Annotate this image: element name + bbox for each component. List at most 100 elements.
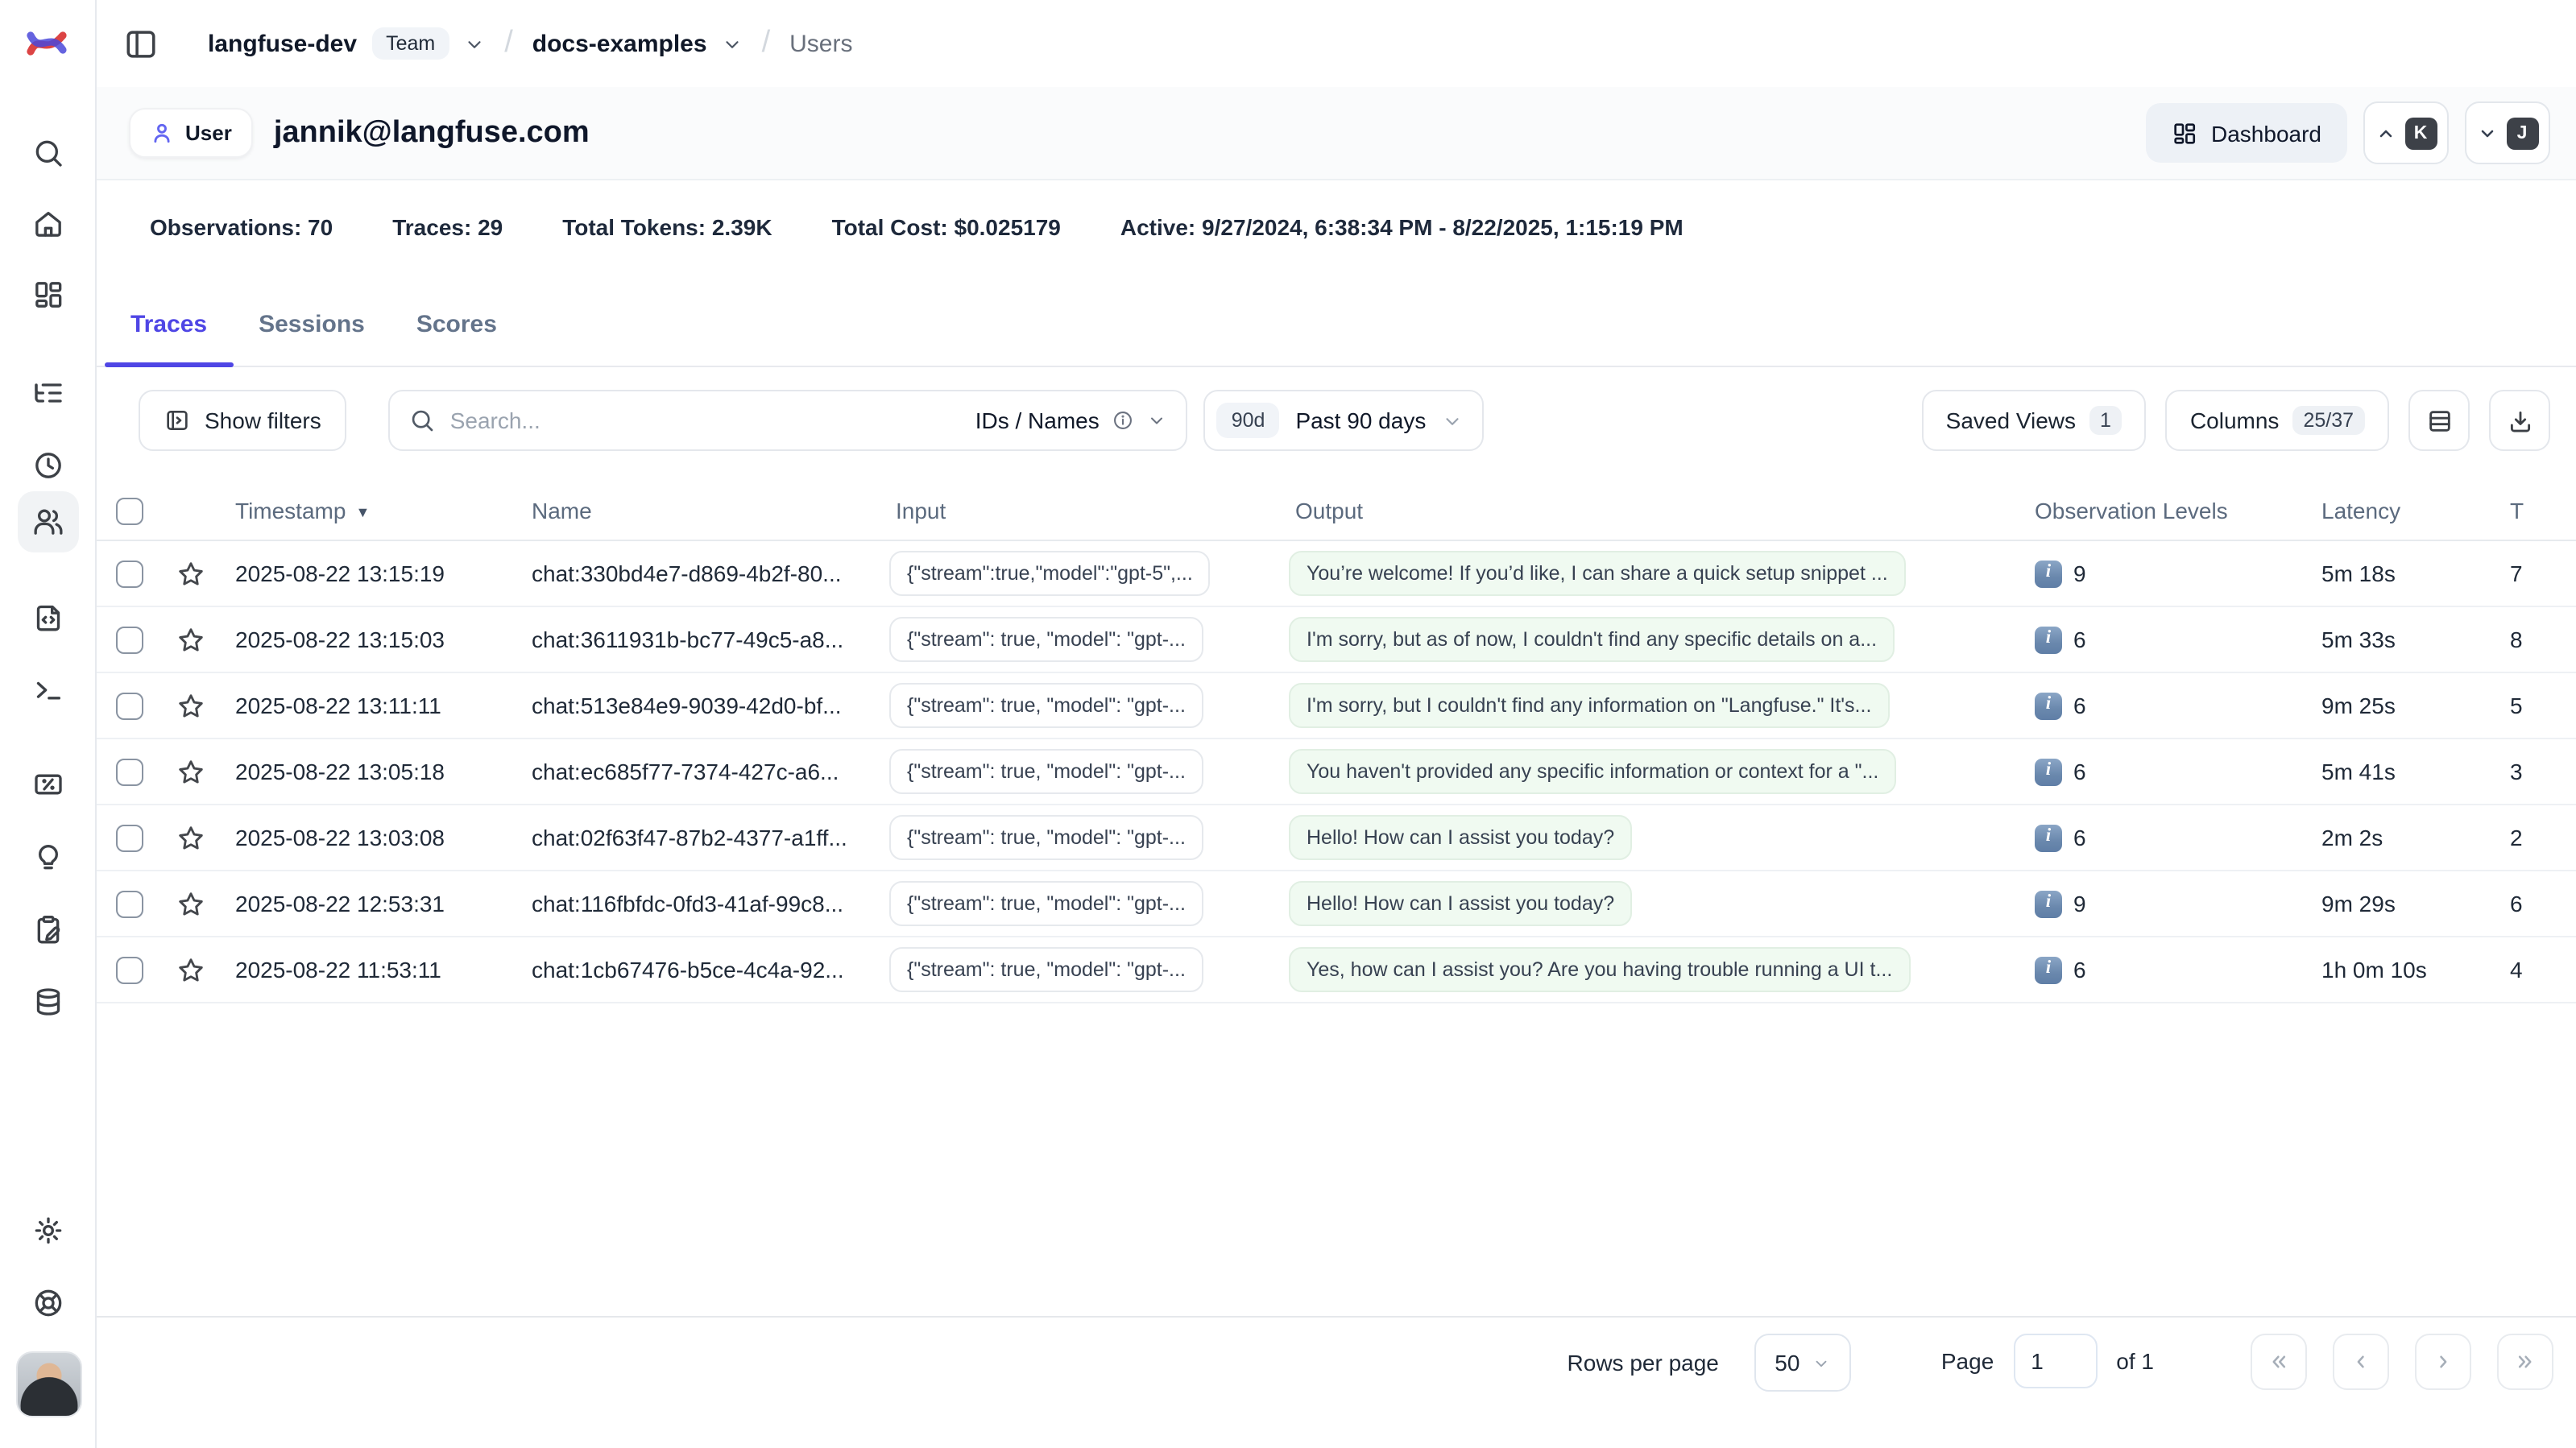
trace-input-preview[interactable]: {"stream": true, "model": "gpt-...	[889, 617, 1203, 662]
table-row[interactable]: 2025-08-22 13:11:11 chat:513e84e9-9039-4…	[97, 673, 2576, 739]
column-header-input[interactable]: Input	[880, 498, 1282, 523]
row-checkbox[interactable]	[115, 890, 143, 917]
sidebar-item-support[interactable]	[17, 1272, 78, 1334]
trace-output-preview[interactable]: You’re welcome! If you’d like, I can sha…	[1289, 551, 1906, 596]
panel-left-icon[interactable]	[124, 27, 158, 60]
sidebar-item-tracing[interactable]	[17, 362, 78, 424]
keyboard-shortcut-k: K	[2404, 117, 2437, 149]
next-user-button[interactable]: J	[2465, 101, 2550, 164]
tab-scores[interactable]: Scores	[391, 298, 523, 366]
tab-traces[interactable]: Traces	[105, 298, 233, 366]
main-area: langfuse-dev Team / docs-examples / User…	[97, 0, 2576, 1448]
row-checkbox[interactable]	[115, 626, 143, 653]
breadcrumb-org[interactable]: langfuse-dev	[208, 30, 357, 57]
row-checkbox[interactable]	[115, 824, 143, 851]
first-page-button[interactable]	[2251, 1334, 2307, 1390]
table-row[interactable]: 2025-08-22 13:05:18 chat:ec685f77-7374-4…	[97, 739, 2576, 805]
trace-name[interactable]: chat:3611931b-bc77-49c5-a8...	[517, 627, 880, 652]
trace-name[interactable]: chat:ec685f77-7374-427c-a6...	[517, 759, 880, 784]
table-row[interactable]: 2025-08-22 13:03:08 chat:02f63f47-87b2-4…	[97, 805, 2576, 871]
sidebar-item-playground[interactable]	[17, 659, 78, 720]
star-icon[interactable]	[175, 888, 205, 919]
file-code-icon	[31, 601, 64, 633]
sidebar-item-prompts[interactable]	[17, 586, 78, 647]
row-height-button[interactable]	[2408, 390, 2470, 451]
trace-input-preview[interactable]: {"stream": true, "model": "gpt-...	[889, 749, 1203, 794]
columns-button[interactable]: Columns 25/37	[2166, 390, 2389, 451]
row-checkbox[interactable]	[115, 692, 143, 719]
sidebar-item-dashboards[interactable]	[17, 264, 78, 325]
page-number-input[interactable]: 1	[2013, 1334, 2097, 1388]
select-all-checkbox[interactable]	[115, 497, 143, 524]
trace-input-preview[interactable]: {"stream": true, "model": "gpt-...	[889, 881, 1203, 926]
sidebar-item-annotation[interactable]	[17, 899, 78, 960]
sidebar-item-settings[interactable]	[17, 1200, 78, 1261]
prev-user-button[interactable]: K	[2363, 101, 2449, 164]
chevron-down-icon[interactable]	[722, 33, 743, 54]
date-range-select[interactable]: 90d Past 90 days	[1204, 390, 1485, 451]
sidebar-item-users[interactable]	[17, 491, 78, 552]
trace-name[interactable]: chat:116fbfdc-0fd3-41af-99c8...	[517, 891, 880, 916]
star-icon[interactable]	[175, 756, 205, 787]
trace-name[interactable]: chat:02f63f47-87b2-4377-a1ff...	[517, 825, 880, 850]
table-row[interactable]: 2025-08-22 13:15:19 chat:330bd4e7-d869-4…	[97, 541, 2576, 607]
dashboard-button[interactable]: Dashboard	[2145, 103, 2347, 163]
breadcrumb-project[interactable]: docs-examples	[532, 30, 707, 57]
row-checkbox[interactable]	[115, 560, 143, 587]
last-page-button[interactable]	[2497, 1334, 2553, 1390]
trace-name[interactable]: chat:330bd4e7-d869-4b2f-80...	[517, 561, 880, 586]
column-header-output[interactable]: Output	[1282, 498, 2015, 523]
observation-level-count: 6	[2073, 825, 2086, 850]
table-row[interactable]: 2025-08-22 13:15:03 chat:3611931b-bc77-4…	[97, 607, 2576, 673]
column-header-overflow[interactable]: T	[2491, 498, 2576, 523]
star-icon[interactable]	[175, 624, 205, 655]
search-input[interactable]: Search... IDs / Names	[389, 390, 1188, 451]
column-header-latency[interactable]: Latency	[2297, 498, 2491, 523]
column-header-observation-levels[interactable]: Observation Levels	[2015, 498, 2297, 523]
trace-input-preview[interactable]: {"stream": true, "model": "gpt-...	[889, 683, 1203, 728]
sidebar-item-evals[interactable]	[17, 754, 78, 815]
sidebar-item-sessions[interactable]	[17, 435, 78, 496]
export-button[interactable]	[2489, 390, 2550, 451]
table-row[interactable]: 2025-08-22 11:53:11 chat:1cb67476-b5ce-4…	[97, 937, 2576, 1003]
trace-output-preview[interactable]: Hello! How can I assist you today?	[1289, 815, 1632, 860]
info-level-icon: i	[2035, 890, 2062, 917]
langfuse-logo[interactable]	[24, 21, 69, 66]
star-icon[interactable]	[175, 954, 205, 985]
table-row[interactable]: 2025-08-22 12:53:31 chat:116fbfdc-0fd3-4…	[97, 871, 2576, 937]
star-icon[interactable]	[175, 558, 205, 589]
trace-name[interactable]: chat:513e84e9-9039-42d0-bf...	[517, 693, 880, 718]
prev-page-button[interactable]	[2333, 1334, 2389, 1390]
rows-per-page-select[interactable]: 50	[1754, 1334, 1851, 1392]
row-checkbox[interactable]	[115, 956, 143, 983]
sidebar-item-search[interactable]	[17, 122, 78, 184]
row-checkbox[interactable]	[115, 758, 143, 785]
star-icon[interactable]	[175, 822, 205, 853]
tab-sessions[interactable]: Sessions	[233, 298, 391, 366]
saved-views-button[interactable]: Saved Views 1	[1922, 390, 2147, 451]
search-scope-selector[interactable]: IDs / Names	[975, 408, 1167, 433]
trace-input-preview[interactable]: {"stream": true, "model": "gpt-...	[889, 947, 1203, 992]
breadcrumb-page: Users	[789, 30, 852, 57]
trace-name[interactable]: chat:1cb67476-b5ce-4c4a-92...	[517, 957, 880, 983]
star-icon[interactable]	[175, 690, 205, 721]
sidebar-item-home[interactable]	[17, 193, 78, 254]
trace-input-preview[interactable]: {"stream":true,"model":"gpt-5",...	[889, 551, 1211, 596]
sidebar-item-scores[interactable]	[17, 826, 78, 887]
chevron-down-icon[interactable]	[464, 33, 485, 54]
trace-output-preview[interactable]: You haven't provided any specific inform…	[1289, 749, 1896, 794]
table-toolbar: Show filters Search... IDs / Names 90d P…	[97, 390, 2576, 451]
show-filters-button[interactable]: Show filters	[139, 390, 347, 451]
trace-output-preview[interactable]: I'm sorry, but as of now, I couldn't fin…	[1289, 617, 1895, 662]
trace-output-preview[interactable]: Yes, how can I assist you? Are you havin…	[1289, 947, 1910, 992]
dashboard-button-label: Dashboard	[2211, 120, 2321, 146]
trace-input-preview[interactable]: {"stream": true, "model": "gpt-...	[889, 815, 1203, 860]
user-avatar[interactable]	[16, 1351, 82, 1417]
next-page-button[interactable]	[2415, 1334, 2471, 1390]
trace-output-preview[interactable]: Hello! How can I assist you today?	[1289, 881, 1632, 926]
column-header-name[interactable]: Name	[517, 498, 880, 523]
trace-output-preview[interactable]: I'm sorry, but I couldn't find any infor…	[1289, 683, 1889, 728]
trace-latency: 9m 29s	[2297, 891, 2491, 916]
column-header-timestamp[interactable]: Timestamp▼	[219, 498, 517, 523]
sidebar-item-datasets[interactable]	[17, 971, 78, 1032]
